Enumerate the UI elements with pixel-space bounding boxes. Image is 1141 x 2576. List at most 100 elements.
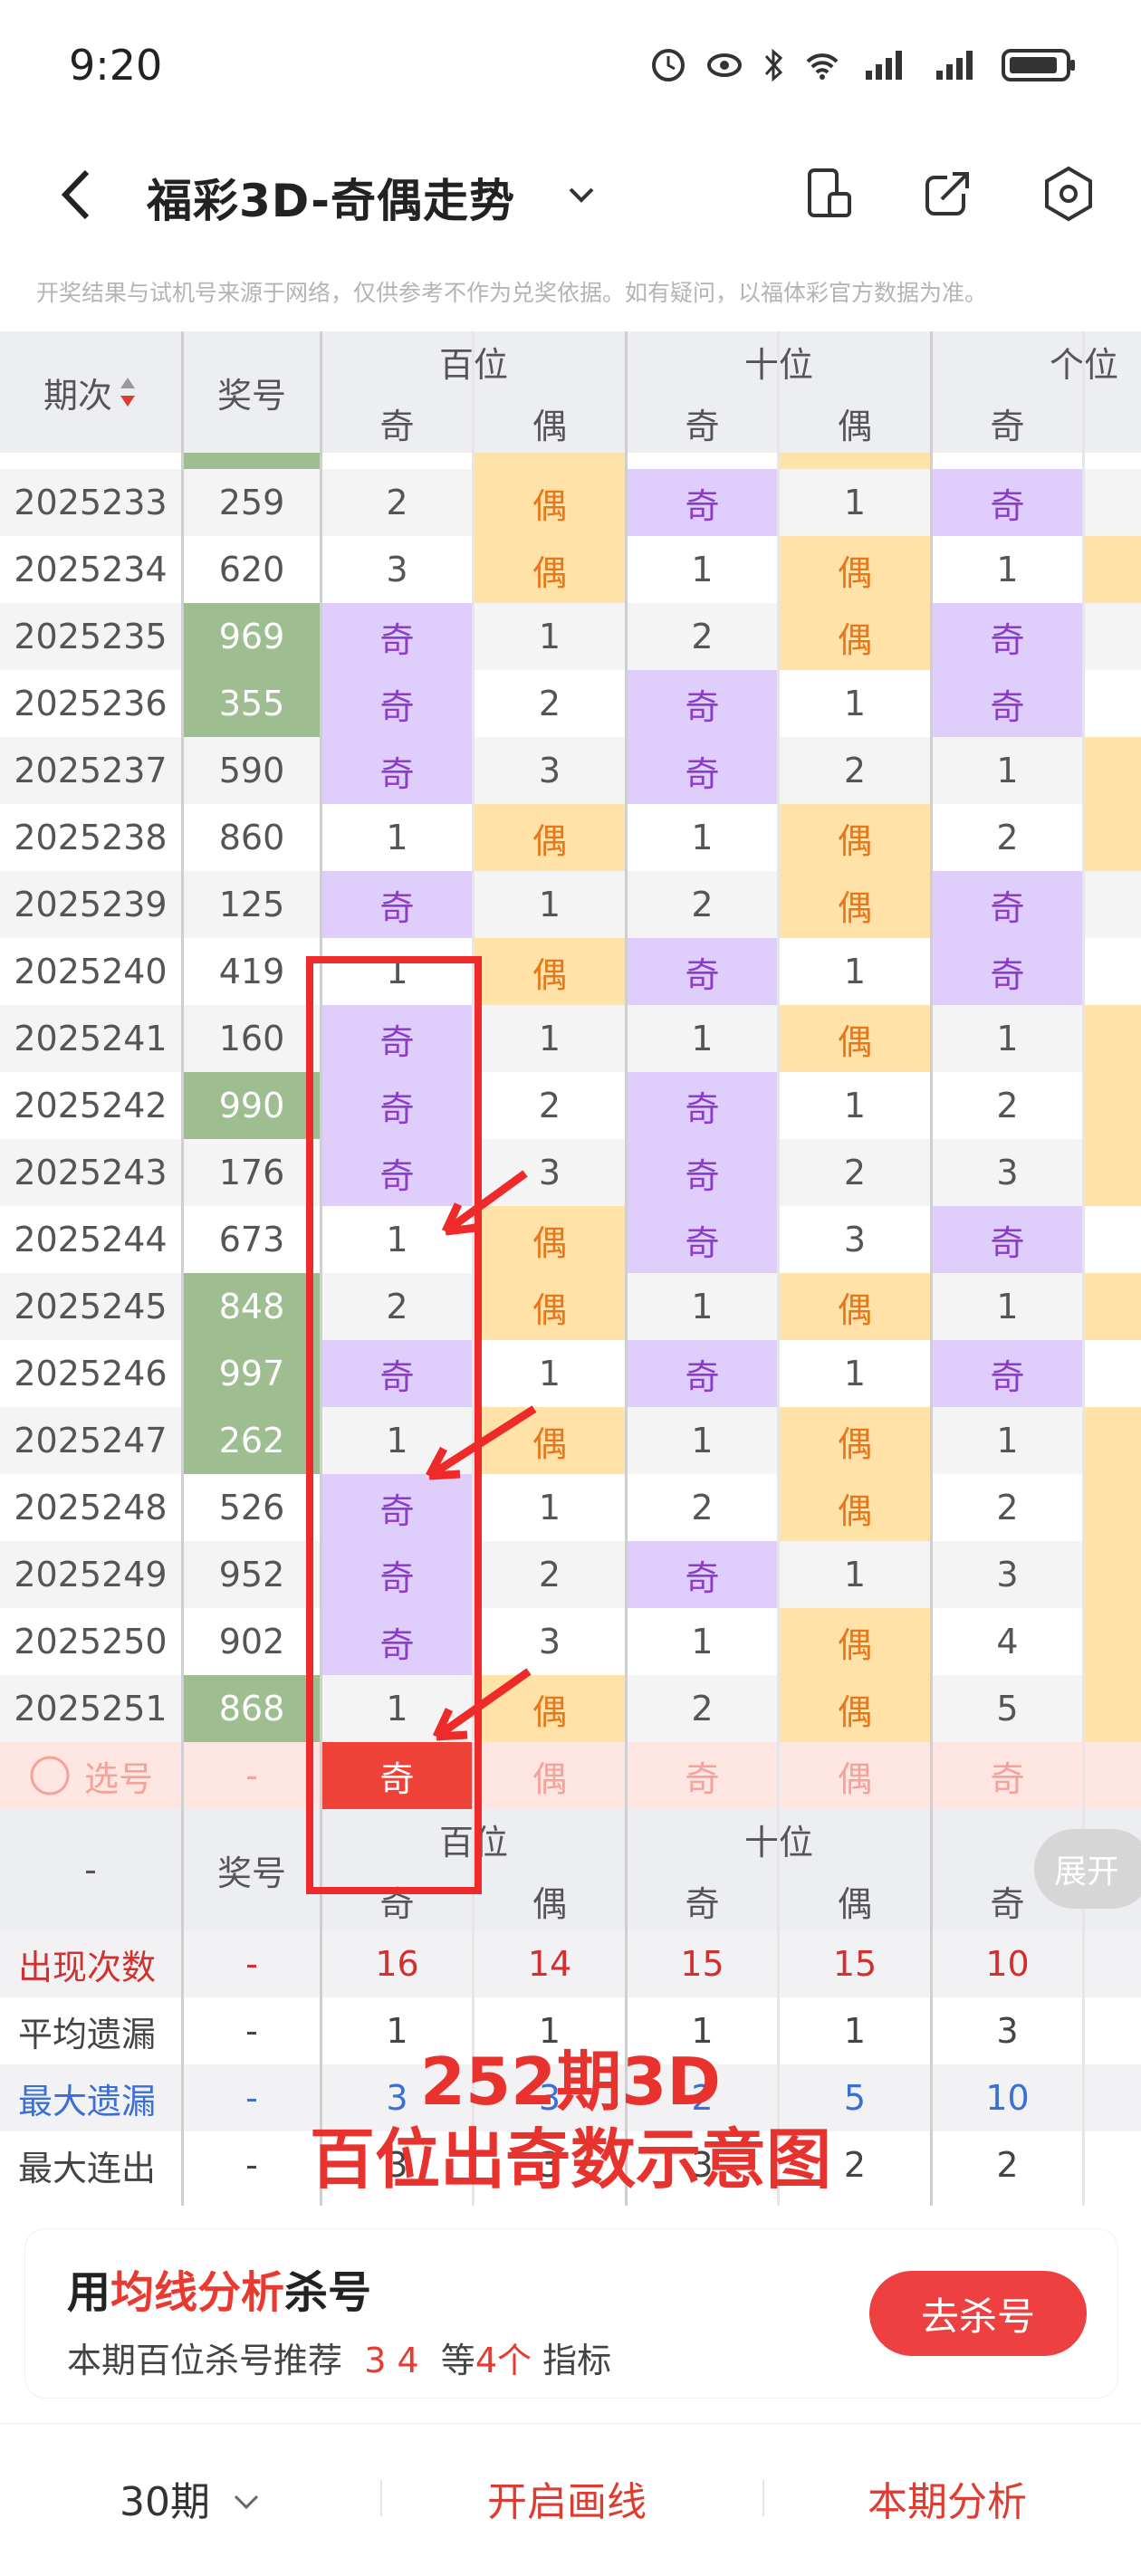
stats-value: 16 [375,1944,419,1984]
parity-cell: 3 [475,737,625,804]
promo-subtitle: 本期百位杀号推荐 3 4 等4个 指标 [67,2341,612,2380]
footer-number-label: 奖号 [216,1853,286,1893]
parity-cell: 2 [322,1273,472,1340]
sub-even: 偶 [532,406,567,446]
parity-cell: 奇 [322,1340,472,1407]
sort-icon [120,378,135,407]
parity-cell: 奇 [322,670,472,737]
number-cell: 620 [184,536,320,603]
periods-selector[interactable]: 30期 [120,2469,263,2527]
parity-cell: 3 [475,1139,625,1206]
issue-cell: 2025237 [0,737,181,804]
parity-cell: 偶 [780,536,930,603]
parity-cell: 偶 [475,804,625,871]
parity-cell: 奇 [628,737,777,804]
issue-cell: 2025235 [0,603,181,670]
parity-cell: 3 [322,536,472,603]
parity-cell-partial [1085,737,1141,804]
clock-icon [652,49,685,81]
parity-cell: 1 [322,804,472,871]
parity-cell: 偶 [475,1206,625,1273]
issue-cell: 2025246 [0,1340,181,1407]
draw-line-button[interactable]: 开启画线 [487,2469,647,2527]
device-icon[interactable] [797,161,862,226]
parity-cell: 奇 [322,1072,472,1139]
number-cell: 848 [184,1273,320,1340]
pick-cell[interactable]: 偶 [475,1742,625,1809]
number-cell: 176 [184,1139,320,1206]
issue-cell: 2025236 [0,670,181,737]
col-issue-header[interactable]: 期次 [0,331,181,453]
kill-number-button[interactable]: 去杀号 [869,2271,1087,2356]
expand-button[interactable]: 展开 [1034,1829,1141,1909]
page-title[interactable]: 福彩3D-奇偶走势 [147,165,515,230]
parity-cell: 偶 [780,1273,930,1340]
promo-title: 用均线分析杀号 [67,2267,372,2318]
parity-cell: 3 [933,1139,1082,1206]
parity-cell: 1 [780,1541,930,1608]
parity-cell: 2 [628,1675,777,1742]
pick-cell[interactable]: 奇 [322,1742,472,1809]
parity-cell: 1 [780,1340,930,1407]
parity-cell: 奇 [322,1139,472,1206]
parity-cell-partial [1085,1005,1141,1072]
number-cell: 355 [184,670,320,737]
table-row: 2025244 673 1 偶奇 3 奇 [0,1206,1141,1273]
table-row: 2025235 969 奇 1 2 偶奇 [0,603,1141,670]
pick-cell[interactable]: 奇 [933,1742,1082,1809]
table-row: 2025251 868 1 偶 2 偶 5 [0,1675,1141,1742]
eye-icon [707,53,742,77]
issue-cell: 2025251 [0,1675,181,1742]
table-row: 2025250 902 奇 3 1 偶 4 [0,1608,1141,1675]
parity-cell: 2 [628,871,777,938]
signal-icon [866,51,902,80]
parity-cell: 1 [780,670,930,737]
sub-odd: 奇 [379,406,415,446]
parity-cell: 5 [933,1675,1082,1742]
chevron-down-icon[interactable] [563,177,599,213]
parity-cell: 1 [628,1407,777,1474]
parity-cell: 1 [475,871,625,938]
number-cell: 160 [184,1005,320,1072]
table-header: 期次 奖号 百位 十位 个位 奇 偶 奇 偶 奇 [0,331,1141,453]
issue-cell: 2025233 [0,469,181,536]
pick-row[interactable]: 选号 - 奇偶奇偶奇 [0,1742,1141,1809]
table-row: 2025242 990 奇 2 奇 1 2 [0,1072,1141,1139]
chevron-down-icon [234,2495,259,2510]
stats-value: 15 [832,1944,877,1984]
parity-cell-partial [1085,1139,1141,1206]
stats-value: 14 [527,1944,572,1984]
pick-cell[interactable]: 偶 [780,1742,930,1809]
parity-cell: 1 [933,536,1082,603]
parity-cell: 奇 [933,469,1082,536]
status-time: 9:20 [69,41,163,90]
stats-label: 出现次数 [18,1947,157,1987]
back-arrow-icon[interactable] [54,163,100,226]
parity-cell: 1 [475,1474,625,1541]
parity-cell-partial [1085,1206,1141,1273]
parity-cell-partial [1085,603,1141,670]
settings-icon[interactable] [1036,161,1101,226]
parity-cell: 偶 [475,1407,625,1474]
parity-cell: 偶 [780,1005,930,1072]
parity-cell-partial [1085,469,1141,536]
table-row: 2025248 526 奇 1 2 偶 2 [0,1474,1141,1541]
parity-cell: 偶 [475,536,625,603]
parity-cell: 1 [780,1072,930,1139]
parity-cell: 偶 [475,1273,625,1340]
pick-label-cell[interactable]: 选号 [0,1742,181,1809]
promo-card[interactable]: 用均线分析杀号 本期百位杀号推荐 3 4 等4个 指标 去杀号 [25,2229,1117,2398]
radio-circle-icon[interactable] [28,1754,72,1797]
analysis-button[interactable]: 本期分析 [868,2469,1027,2527]
number-cell: 526 [184,1474,320,1541]
parity-cell: 1 [780,469,930,536]
pick-cell[interactable]: 奇 [628,1742,777,1809]
issue-cell: 2025245 [0,1273,181,1340]
parity-cell: 偶 [475,938,625,1005]
sub-even: 偶 [837,406,872,446]
parity-cell: 1 [628,804,777,871]
parity-cell-partial [1085,1541,1141,1608]
share-icon[interactable] [915,161,980,226]
parity-cell: 1 [933,737,1082,804]
issue-cell: 2025241 [0,1005,181,1072]
